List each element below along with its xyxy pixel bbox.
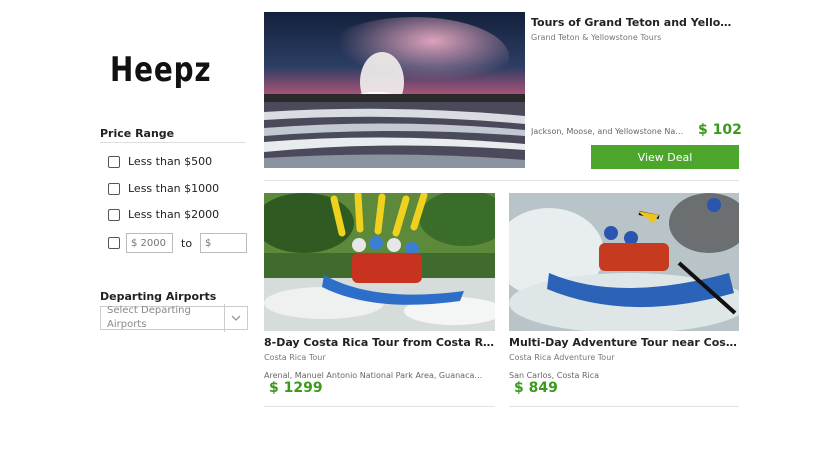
checkbox[interactable] (108, 155, 120, 168)
price-option-label: Less than $1000 (128, 182, 220, 195)
card-divider (264, 180, 739, 181)
checkbox[interactable] (108, 182, 120, 195)
tour-title[interactable]: Multi-Day Adventure Tour near Costa Rica… (509, 336, 739, 349)
card-divider (509, 406, 739, 407)
tour-location: Jackson, Moose, and Yellowstone National… (531, 127, 686, 136)
tour-price: $ 1299 (269, 380, 323, 396)
airports-title: Departing Airports (100, 290, 217, 303)
card-divider (264, 406, 495, 407)
tour-price: $ 102 (698, 122, 742, 138)
price-option-1000[interactable]: Less than $1000 (108, 182, 219, 195)
airports-select-placeholder: Select Departing Airports (101, 304, 225, 332)
tour-price: $ 849 (514, 380, 558, 396)
checkbox[interactable] (108, 208, 120, 221)
tour-image-rafting[interactable] (509, 193, 739, 331)
range-to-label: to (181, 236, 193, 250)
tour-subtitle: Costa Rica Adventure Tour (509, 353, 615, 362)
tour-location: Arenal, Manuel Antonio National Park Are… (264, 371, 484, 380)
tour-title[interactable]: 8-Day Costa Rica Tour from Costa Rica Ad… (264, 336, 495, 349)
brand-name: Heepz (110, 50, 212, 90)
max-price-input[interactable] (200, 233, 248, 253)
tour-image-yellowstone[interactable] (264, 12, 525, 168)
tour-image-costa-rica[interactable] (264, 193, 495, 331)
tour-subtitle: Costa Rica Tour (264, 353, 326, 362)
chevron-down-icon[interactable] (225, 315, 247, 321)
price-range-title: Price Range (100, 127, 175, 140)
airports-select[interactable]: Select Departing Airports (100, 304, 248, 332)
custom-range-checkbox[interactable] (108, 237, 120, 249)
tour-title[interactable]: Tours of Grand Teton and Yellowstone Nat… (531, 16, 739, 29)
custom-price-range: to (108, 233, 248, 253)
tour-location: San Carlos, Costa Rica (509, 371, 600, 380)
price-option-label: Less than $2000 (128, 208, 220, 221)
price-option-2000[interactable]: Less than $2000 (108, 208, 219, 221)
tour-subtitle: Grand Teton & Yellowstone Tours (531, 33, 662, 42)
price-option-label: Less than $500 (128, 155, 213, 168)
min-price-input[interactable] (126, 233, 173, 253)
price-range-divider (100, 142, 246, 143)
price-option-500[interactable]: Less than $500 (108, 155, 212, 168)
view-deal-button[interactable]: View Deal (591, 145, 739, 169)
brand-logo[interactable]: Heepz (102, 46, 232, 94)
